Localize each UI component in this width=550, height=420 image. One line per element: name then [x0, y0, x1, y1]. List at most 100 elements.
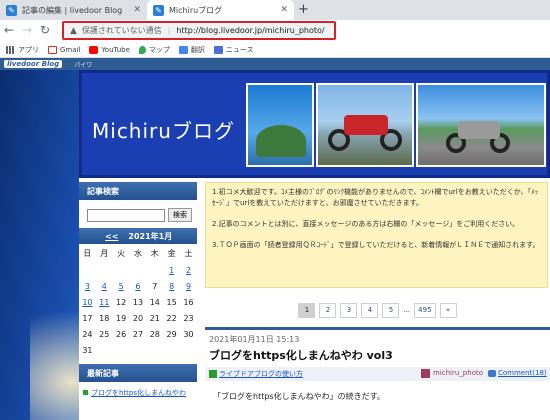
- calendar-day[interactable]: 10: [79, 294, 96, 310]
- bookmark-youtube[interactable]: YouTube: [89, 45, 130, 54]
- livedoor-favicon-icon: ✎: [153, 4, 164, 16]
- youtube-icon: [89, 45, 99, 54]
- calendar-day[interactable]: 3: [79, 278, 96, 294]
- calendar-day: 21: [149, 313, 160, 323]
- calendar-week-row: 24 25 26 27 28 29 30: [79, 326, 197, 342]
- weekday-mon: 月: [100, 248, 109, 258]
- calendar-day[interactable]: 5: [113, 278, 130, 294]
- post-author: michiru_photo: [433, 369, 483, 377]
- recent-post-item: ブログをhttps化しまんねやわ: [79, 382, 197, 404]
- calendar-week-row: 3456789: [79, 278, 197, 294]
- livedoor-favicon-icon: ✎: [6, 4, 17, 16]
- calendar-day[interactable]: 2: [180, 262, 197, 278]
- bookmark-translate[interactable]: 翻訳: [178, 45, 205, 55]
- author-avatar-icon: [421, 369, 430, 378]
- recent-post-link[interactable]: ブログをhttps化しまんねやわ: [91, 389, 186, 397]
- apps-grid-icon: [6, 45, 15, 54]
- calendar-day: 26: [116, 329, 127, 339]
- calendar-day[interactable]: 1: [163, 262, 180, 278]
- notice-paragraph: 1.初コメ大歓迎です。ｺﾒ主様のﾌﾞﾛｸﾞのﾘﾝｸ機能がありませんので、ｺﾒﾝﾄ…: [212, 188, 539, 207]
- post-comments-link[interactable]: Comment(18): [498, 369, 547, 377]
- post-divider: [205, 327, 550, 330]
- bookmark-gmail[interactable]: Gmail: [48, 45, 80, 54]
- calendar-day[interactable]: 9: [180, 278, 197, 294]
- search-button[interactable]: 検索: [168, 208, 192, 222]
- calendar-month-label: 2021年1月: [128, 231, 173, 241]
- calendar-day: 15: [166, 297, 177, 307]
- weekday-fri: 金: [167, 248, 176, 258]
- maps-pin-icon: [138, 45, 146, 54]
- calendar-empty-cell: [130, 342, 147, 358]
- calendar-empty-cell: [79, 262, 96, 278]
- calendar-day: 13: [132, 297, 144, 307]
- header-photo-sea: [246, 83, 314, 167]
- calendar-day: 17: [82, 313, 93, 323]
- security-status-text: 保護されていない通信: [81, 26, 162, 35]
- calendar-day[interactable]: 8: [163, 278, 180, 294]
- search-widget-heading: 記事検索: [79, 182, 197, 200]
- bookmark-apps[interactable]: アプリ: [6, 45, 39, 55]
- bookmark-label: 翻訳: [190, 45, 205, 54]
- calendar-day: 12: [116, 297, 127, 307]
- bookmark-label: ニュース: [225, 45, 254, 54]
- bookmark-news[interactable]: ニュース: [213, 45, 254, 55]
- calendar-week-row: 10 11 12 13 14 15 16: [79, 294, 197, 310]
- new-tab-button[interactable]: +: [298, 2, 309, 17]
- back-arrow-icon[interactable]: ←: [4, 23, 14, 37]
- calendar-day[interactable]: 11: [96, 294, 113, 310]
- bookmark-maps[interactable]: マップ: [138, 45, 170, 55]
- calendar-empty-cell: [113, 262, 130, 278]
- calendar-day[interactable]: 6: [130, 278, 147, 294]
- post-bullet-icon: [83, 390, 88, 395]
- page-2[interactable]: 2: [319, 302, 337, 318]
- page-ellipsis: ...: [403, 306, 411, 314]
- calendar-empty-cell: [96, 262, 113, 278]
- calendar-empty-cell: [146, 262, 163, 278]
- page-last[interactable]: 495: [414, 302, 436, 318]
- calendar-day[interactable]: 4: [96, 278, 113, 294]
- comment-icon: [488, 370, 496, 377]
- weekday-wed: 水: [133, 248, 142, 258]
- blog-title[interactable]: Michiruブログ: [92, 115, 235, 144]
- search-input[interactable]: [87, 208, 165, 222]
- page-next[interactable]: »: [439, 302, 457, 318]
- calendar-day: 24: [82, 329, 93, 339]
- main-content: 1.初コメ大歓迎です。ｺﾒ主様のﾌﾞﾛｸﾞのﾘﾝｸ機能がありませんので、ｺﾒﾝﾄ…: [205, 182, 550, 420]
- post-title[interactable]: ブログをhttps化しまんねやわ vol3: [205, 347, 550, 363]
- notice-paragraph: 3.ＴＯＰ画面の「読者登録用ＱＲｺｰﾄﾞ」で登録していただけると、新着情報がＬＩ…: [212, 241, 540, 249]
- calendar-day: 14: [149, 297, 160, 307]
- calendar-prev-month-link[interactable]: <<: [105, 232, 118, 241]
- page-5[interactable]: 5: [382, 302, 400, 318]
- livedoor-toolbar-link[interactable]: パイワ: [74, 60, 92, 69]
- livedoor-logo[interactable]: livedoor Blog: [4, 60, 63, 68]
- url-text[interactable]: http://blog.livedoor.jp/michiru_photo/: [176, 26, 324, 35]
- reload-icon[interactable]: ↻: [40, 23, 50, 37]
- translate-icon: [178, 45, 188, 54]
- calendar-day: 23: [183, 313, 194, 323]
- calendar-day: 28: [149, 329, 160, 339]
- calendar-day: 22: [166, 313, 177, 323]
- notice-box: 1.初コメ大歓迎です。ｺﾒ主様のﾌﾞﾛｸﾞのﾘﾝｸ機能がありませんので、ｺﾒﾝﾄ…: [205, 182, 548, 288]
- address-bar[interactable]: ▲ 保護されていない通信 | http://blog.livedoor.jp/m…: [62, 21, 336, 40]
- post-category-link[interactable]: ライブドアブログの使い方: [219, 369, 303, 379]
- close-icon[interactable]: ✕: [133, 5, 141, 15]
- forward-arrow-icon[interactable]: →: [22, 23, 32, 37]
- page-3[interactable]: 3: [340, 302, 358, 318]
- calendar-table: 日 月 火 水 木 金 土 1 2 3 4 5 6 7 8 9 10 11 12 13 14 15 16 17 1…: [79, 244, 197, 358]
- tab-strip: ✎ 記事の編集 | livedoor Blog ✕ ✎ Michiruブログ ✕…: [0, 0, 550, 20]
- page-4[interactable]: 4: [361, 302, 379, 318]
- sidebar: 記事検索 検索 << 2021年1月 日 月 火 水 木 金 土 1234567…: [79, 182, 197, 420]
- calendar-empty-cell: [96, 342, 113, 358]
- close-icon[interactable]: ✕: [280, 5, 288, 15]
- calendar-day: 31: [82, 345, 93, 355]
- address-separator: |: [167, 26, 171, 35]
- news-icon: [213, 45, 223, 54]
- recent-posts-heading: 最新記事: [79, 364, 197, 382]
- warning-triangle-icon[interactable]: ▲: [70, 26, 77, 36]
- tab-michiru-blog[interactable]: ✎ Michiruブログ ✕: [147, 0, 294, 20]
- calendar-day: 7: [152, 281, 158, 291]
- tab-edit-article[interactable]: ✎ 記事の編集 | livedoor Blog ✕: [0, 0, 147, 20]
- page-1[interactable]: 1: [298, 302, 316, 318]
- tab-title: 記事の編集 | livedoor Blog: [22, 5, 123, 15]
- bookmark-label: YouTube: [101, 45, 130, 54]
